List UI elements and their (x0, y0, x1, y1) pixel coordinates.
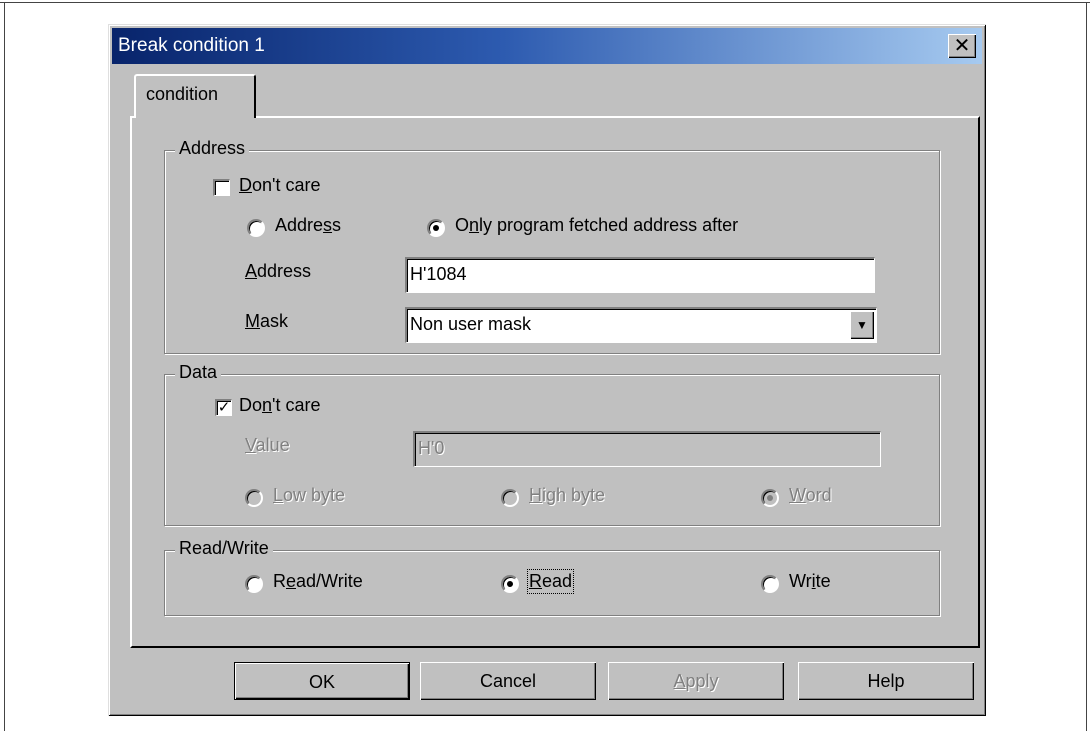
read-write-radio[interactable] (245, 575, 263, 593)
page-frame-right (1086, 2, 1087, 731)
dialog-titlebar[interactable]: Break condition 1 ✕ (112, 28, 982, 64)
data-dont-care-checkbox[interactable]: ✓ (215, 399, 232, 416)
address-groupbox: Address Don't care Address Only program … (164, 138, 940, 354)
address-input-value: H'1084 (410, 264, 467, 284)
help-button-label: Help (867, 671, 905, 691)
value-input: H'0 (413, 431, 881, 467)
mask-select-value: Non user mask (410, 314, 532, 334)
read-radio[interactable] (501, 575, 519, 593)
dialog-title: Break condition 1 (118, 35, 265, 56)
value-input-value: H'0 (418, 438, 445, 458)
low-byte-label: Low byte (273, 485, 346, 505)
ok-button[interactable]: OK (234, 662, 410, 700)
help-button[interactable]: Help (798, 662, 974, 700)
data-groupbox: Data ✓ Don't care Value H'0 Low byte Hig… (164, 362, 940, 526)
read-write-group-legend: Read/Write (175, 538, 273, 559)
break-condition-dialog: Break condition 1 ✕ condition Address Do… (108, 24, 986, 716)
address-radio[interactable] (247, 219, 265, 237)
address-input[interactable]: H'1084 (405, 257, 875, 293)
mask-select[interactable]: Non user mask ▼ (405, 307, 877, 343)
apply-button-label: Apply (673, 671, 719, 691)
address-field-label: Address (245, 261, 312, 281)
radio-selected-dot (433, 225, 439, 231)
data-dont-care-label[interactable]: Don't care (239, 395, 321, 416)
only-program-fetched-radio[interactable] (427, 219, 445, 237)
address-dont-care-label[interactable]: Don't care (239, 175, 320, 196)
close-button[interactable]: ✕ (948, 34, 976, 58)
apply-button: Apply (608, 662, 784, 700)
chevron-down-icon: ▼ (856, 318, 868, 332)
cancel-button-label: Cancel (479, 671, 537, 691)
radio-selected-dot (767, 495, 773, 501)
tab-condition-label: condition (146, 84, 219, 104)
tab-condition[interactable]: condition (134, 74, 256, 118)
cancel-button[interactable]: Cancel (420, 662, 596, 700)
read-write-label[interactable]: Read/Write (273, 571, 363, 592)
address-group-legend: Address (175, 138, 250, 159)
word-radio (761, 489, 779, 507)
write-label[interactable]: Write (789, 571, 831, 592)
condition-tab-panel: Address Don't care Address Only program … (130, 116, 980, 648)
read-write-groupbox: Read/Write Read/Write Read Write (164, 538, 940, 616)
high-byte-label: High byte (529, 485, 606, 505)
low-byte-radio (245, 489, 263, 507)
address-dont-care-checkbox[interactable] (213, 179, 230, 196)
ok-button-label: OK (308, 672, 335, 692)
high-byte-radio (501, 489, 519, 507)
close-icon: ✕ (953, 35, 971, 57)
only-program-fetched-label[interactable]: Only program fetched address after (455, 215, 738, 236)
radio-selected-dot (507, 581, 513, 587)
word-label: Word (789, 485, 832, 505)
read-label[interactable]: Read (526, 569, 575, 594)
page-frame-left (4, 2, 5, 731)
page-frame-top (0, 2, 1090, 3)
dropdown-button[interactable]: ▼ (850, 311, 874, 339)
mask-field-label: Mask (245, 311, 289, 331)
data-group-legend: Data (175, 362, 222, 383)
value-field-label: Value (245, 435, 290, 455)
write-radio[interactable] (761, 575, 779, 593)
address-radio-label[interactable]: Address (275, 215, 341, 236)
